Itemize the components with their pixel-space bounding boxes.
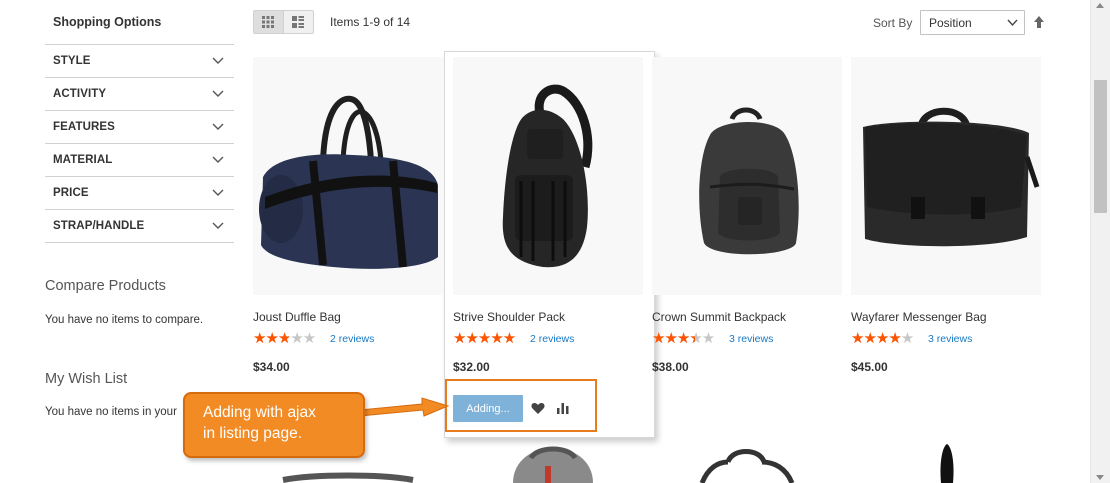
arrow-up-icon[interactable] — [1033, 15, 1045, 29]
product-price: $34.00 — [253, 360, 290, 374]
scroll-thumb[interactable] — [1094, 80, 1107, 213]
compare-products-title: Compare Products — [45, 278, 166, 294]
product-name-link[interactable]: Wayfarer Messenger Bag — [851, 310, 987, 324]
add-to-cart-button[interactable]: Adding... — [453, 395, 523, 422]
product-rating: ★★★★★ ★★★★★ 3 reviews — [652, 331, 773, 346]
wish-list-empty-text: You have no items in your — [45, 406, 177, 418]
page-scrollbar[interactable] — [1090, 0, 1110, 483]
toolbar-amount: Items 1-9 of 14 — [330, 15, 411, 29]
filter-label: STYLE — [53, 55, 91, 67]
annotation-callout: Adding with ajax in listing page. — [183, 392, 365, 458]
heart-icon[interactable] — [531, 402, 545, 415]
product-item-partial — [453, 440, 643, 483]
product-rating: ★★★★★ ★★★★★ 2 reviews — [453, 331, 574, 346]
rating-stars: ★★★★★ ★★★★★ — [851, 331, 923, 346]
star-filled-icons: ★★★★★ — [652, 332, 695, 346]
compare-empty-text: You have no items to compare. — [45, 314, 204, 326]
star-filled-icons: ★★★★★ — [851, 332, 901, 346]
callout-arrow-icon — [360, 397, 450, 417]
product-image-partial — [513, 446, 593, 483]
filter-label: ACTIVITY — [53, 88, 107, 100]
product-item: Wayfarer Messenger Bag ★★★★★ ★★★★★ 3 rev… — [851, 57, 1041, 387]
list-mode-button[interactable] — [284, 11, 313, 33]
product-price: $32.00 — [453, 360, 490, 374]
sort-by-value: Position — [929, 16, 972, 30]
reviews-link[interactable]: 3 reviews — [928, 333, 972, 345]
product-item-partial — [851, 440, 1041, 483]
chevron-down-icon — [212, 90, 224, 97]
filter-material[interactable]: MATERIAL — [45, 144, 234, 177]
list-icon — [292, 16, 305, 28]
product-item: Joust Duffle Bag ★★★★★ ★★★★★ 2 reviews $… — [253, 57, 443, 387]
view-mode-switcher — [253, 10, 314, 34]
filter-style[interactable]: STYLE — [45, 45, 234, 78]
product-name-link[interactable]: Strive Shoulder Pack — [453, 310, 565, 324]
star-filled-icons: ★★★★★ — [453, 332, 516, 346]
product-image-summit-backpack[interactable] — [652, 57, 842, 295]
chevron-down-icon — [212, 189, 224, 196]
product-image-messenger-bag[interactable] — [851, 57, 1041, 295]
chevron-down-icon — [212, 156, 224, 163]
rating-stars: ★★★★★ ★★★★★ — [253, 331, 325, 346]
messenger-bag-image — [863, 107, 1040, 247]
grid-mode-button[interactable] — [254, 11, 284, 33]
product-item-partial — [652, 440, 842, 483]
rating-stars: ★★★★★ ★★★★★ — [652, 331, 724, 346]
filter-label: PRICE — [53, 187, 89, 199]
product-item: Strive Shoulder Pack ★★★★★ ★★★★★ 2 revie… — [453, 57, 643, 387]
product-image-partial — [940, 444, 954, 483]
scroll-down-icon[interactable] — [1096, 475, 1104, 480]
shopping-options-title: Shopping Options — [53, 15, 162, 29]
product-rating: ★★★★★ ★★★★★ 3 reviews — [851, 331, 972, 346]
star-filled-icons: ★★★★★ — [253, 332, 289, 346]
filter-label: MATERIAL — [53, 154, 113, 166]
product-image-duffle-bag[interactable] — [253, 57, 443, 295]
chevron-down-icon — [212, 57, 224, 64]
filter-price[interactable]: PRICE — [45, 177, 234, 210]
shoulder-pack-image — [502, 84, 593, 268]
product-item: Crown Summit Backpack ★★★★★ ★★★★★ 3 revi… — [652, 57, 842, 387]
product-image-partial — [699, 449, 795, 483]
callout-line: in listing page. — [203, 425, 303, 442]
filter-label: FEATURES — [53, 121, 115, 133]
filter-list: STYLE ACTIVITY FEATURES MATERIAL PRICE S… — [45, 44, 234, 243]
chevron-down-icon — [212, 222, 224, 229]
sort-by-label: Sort By — [873, 16, 913, 30]
reviews-link[interactable]: 2 reviews — [330, 333, 374, 345]
product-price: $38.00 — [652, 360, 689, 374]
filter-activity[interactable]: ACTIVITY — [45, 78, 234, 111]
product-name-link[interactable]: Crown Summit Backpack — [652, 310, 786, 324]
reviews-link[interactable]: 2 reviews — [530, 333, 574, 345]
product-image-shoulder-pack[interactable] — [453, 57, 643, 295]
filter-features[interactable]: FEATURES — [45, 111, 234, 144]
rating-stars: ★★★★★ ★★★★★ — [453, 331, 525, 346]
sort-by-select[interactable]: Position — [920, 10, 1025, 35]
wish-list-title: My Wish List — [45, 371, 128, 387]
filter-strap-handle[interactable]: STRAP/HANDLE — [45, 210, 234, 243]
product-price: $45.00 — [851, 360, 888, 374]
chevron-down-icon — [1007, 19, 1018, 27]
callout-line: Adding with ajax — [203, 404, 316, 421]
product-name-link[interactable]: Joust Duffle Bag — [253, 310, 341, 324]
product-rating: ★★★★★ ★★★★★ 2 reviews — [253, 331, 374, 346]
bar-chart-icon[interactable] — [556, 401, 570, 415]
grid-icon — [262, 16, 275, 28]
filter-label: STRAP/HANDLE — [53, 220, 145, 232]
summit-backpack-image — [699, 107, 799, 255]
duffle-bag-image — [259, 95, 438, 269]
scroll-up-icon[interactable] — [1096, 3, 1104, 8]
chevron-down-icon — [212, 123, 224, 130]
reviews-link[interactable]: 3 reviews — [729, 333, 773, 345]
